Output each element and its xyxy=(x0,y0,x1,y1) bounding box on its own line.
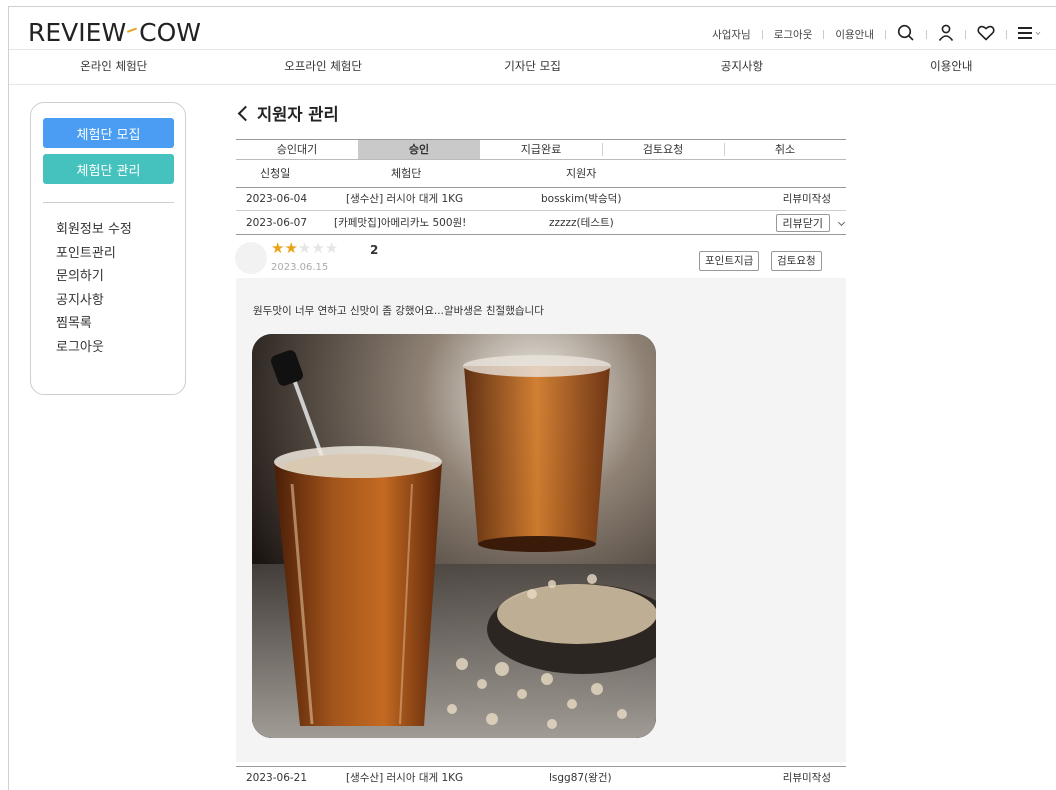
row-applicant: zzzzz(테스트) xyxy=(549,217,614,229)
separator xyxy=(1006,30,1007,39)
sidebar-item-notice[interactable]: 공지사항 xyxy=(56,289,132,313)
row-date: 2023-06-07 xyxy=(246,217,308,229)
request-review-button[interactable]: 검토요청 xyxy=(771,251,822,271)
star-empty-icon: ★ xyxy=(311,239,325,257)
logo-text-right: COW xyxy=(139,18,202,47)
row-applicant: bosskim(박승덕) xyxy=(541,193,622,205)
nav-divider xyxy=(9,84,1056,85)
main-nav: 온라인 체험단 오프라인 체험단 기자단 모집 공지사항 이용안내 xyxy=(9,58,1056,78)
nav-item-guide[interactable]: 이용안내 xyxy=(847,58,1056,78)
tab-paid[interactable]: 지급완료 xyxy=(480,140,602,159)
nav-item-notice[interactable]: 공지사항 xyxy=(637,58,846,78)
status-tabs: 승인대기 승인 지급완료 검토요청 취소 xyxy=(236,139,846,160)
nav-item-offline[interactable]: 오프라인 체험단 xyxy=(218,58,427,78)
sidebar-item-profile[interactable]: 회원정보 수정 xyxy=(56,218,132,242)
table-header: 신청일 체험단 지원자 xyxy=(236,160,846,188)
col-applicant: 지원자 xyxy=(566,167,597,180)
row-date: 2023-06-21 xyxy=(246,772,308,784)
tab-review-request[interactable]: 검토요청 xyxy=(602,140,724,159)
table-row[interactable]: 2023-06-04 [생수산] 러시아 대게 1KG bosskim(박승덕)… xyxy=(236,188,846,211)
tab-cancel[interactable]: 취소 xyxy=(724,140,846,159)
recruit-button[interactable]: 체험단 모집 xyxy=(43,118,174,148)
chevron-down-icon[interactable] xyxy=(837,218,846,227)
user-icon[interactable] xyxy=(938,24,954,45)
row-applicant: lsgg87(왕건) xyxy=(549,772,612,784)
logo-mark xyxy=(127,27,140,39)
separator xyxy=(761,30,763,39)
util-link-guide[interactable]: 이용안내 xyxy=(835,27,874,42)
row-campaign: [카페맛집]아메리카노 500원! xyxy=(334,217,467,229)
sidebar-item-wishlist[interactable]: 찜목록 xyxy=(56,312,132,336)
row-date: 2023-06-04 xyxy=(246,193,308,205)
row-status: 리뷰미작성 xyxy=(782,772,831,784)
star-empty-icon: ★ xyxy=(324,239,339,257)
sidebar-item-logout[interactable]: 로그아웃 xyxy=(56,336,132,360)
back-arrow-icon[interactable] xyxy=(237,105,254,121)
star-filled-icon: ★ xyxy=(284,239,298,257)
review-content: 원두맛이 너무 연하고 신맛이 좀 강했어요...알바생은 친절했습니다 xyxy=(236,278,846,762)
util-link-logout[interactable]: 로그아웃 xyxy=(774,27,813,42)
review-text: 원두맛이 너무 연하고 신맛이 좀 강했어요...알바생은 친절했습니다 xyxy=(253,305,544,317)
heart-icon[interactable] xyxy=(977,25,995,44)
separator xyxy=(965,30,966,39)
row-campaign: [생수산] 러시아 대게 1KG xyxy=(346,772,464,784)
logo-text-left: REVIEW xyxy=(28,18,127,47)
utility-bar: 사업자님 로그아웃 이용안내 xyxy=(712,24,1042,45)
review-date: 2023.06.15 xyxy=(271,262,329,273)
rating-score: 2 xyxy=(370,243,379,257)
manage-button[interactable]: 체험단 관리 xyxy=(43,154,174,184)
nav-item-reporter[interactable]: 기자단 모집 xyxy=(428,58,637,78)
sidebar-item-points[interactable]: 포인트관리 xyxy=(56,242,132,266)
col-date: 신청일 xyxy=(260,167,291,180)
star-empty-icon: ★ xyxy=(297,239,312,257)
sidebar-item-inquiry[interactable]: 문의하기 xyxy=(56,265,132,289)
header-divider xyxy=(9,49,1056,50)
page-title: 지원자 관리 xyxy=(237,101,339,125)
page-title-text: 지원자 관리 xyxy=(257,105,339,124)
table-row[interactable]: 2023-06-21 [생수산] 러시아 대게 1KG lsgg87(왕건) 리… xyxy=(236,766,846,789)
col-campaign: 체험단 xyxy=(391,167,422,180)
separator xyxy=(885,30,886,39)
avatar xyxy=(235,242,267,274)
nav-item-online[interactable]: 온라인 체험단 xyxy=(9,58,218,78)
tab-pending[interactable]: 승인대기 xyxy=(236,140,358,159)
sidebar: 체험단 모집 체험단 관리 회원정보 수정 포인트관리 문의하기 공지사항 찜목… xyxy=(30,102,186,395)
give-points-button[interactable]: 포인트지급 xyxy=(699,251,760,271)
close-review-button[interactable]: 리뷰닫기 xyxy=(775,214,830,232)
menu-icon[interactable] xyxy=(1018,26,1042,43)
row-campaign: [생수산] 러시아 대게 1KG xyxy=(346,193,464,205)
sidebar-divider xyxy=(43,202,174,203)
table-row[interactable]: 2023-06-07 [카페맛집]아메리카노 500원! zzzzz(테스트) … xyxy=(236,212,846,235)
site-logo[interactable]: REVIEW COW xyxy=(28,18,201,47)
tab-approved[interactable]: 승인 xyxy=(358,140,480,159)
util-link-business[interactable]: 사업자님 xyxy=(712,27,751,42)
search-icon[interactable] xyxy=(897,24,915,45)
sidebar-menu: 회원정보 수정 포인트관리 문의하기 공지사항 찜목록 로그아웃 xyxy=(56,218,132,360)
row-status: 리뷰미작성 xyxy=(782,193,831,205)
separator xyxy=(823,30,825,39)
star-filled-icon: ★ xyxy=(271,239,285,257)
separator xyxy=(926,30,927,39)
review-photo[interactable] xyxy=(252,334,656,738)
rating-stars: ★★★★★ xyxy=(271,240,338,257)
